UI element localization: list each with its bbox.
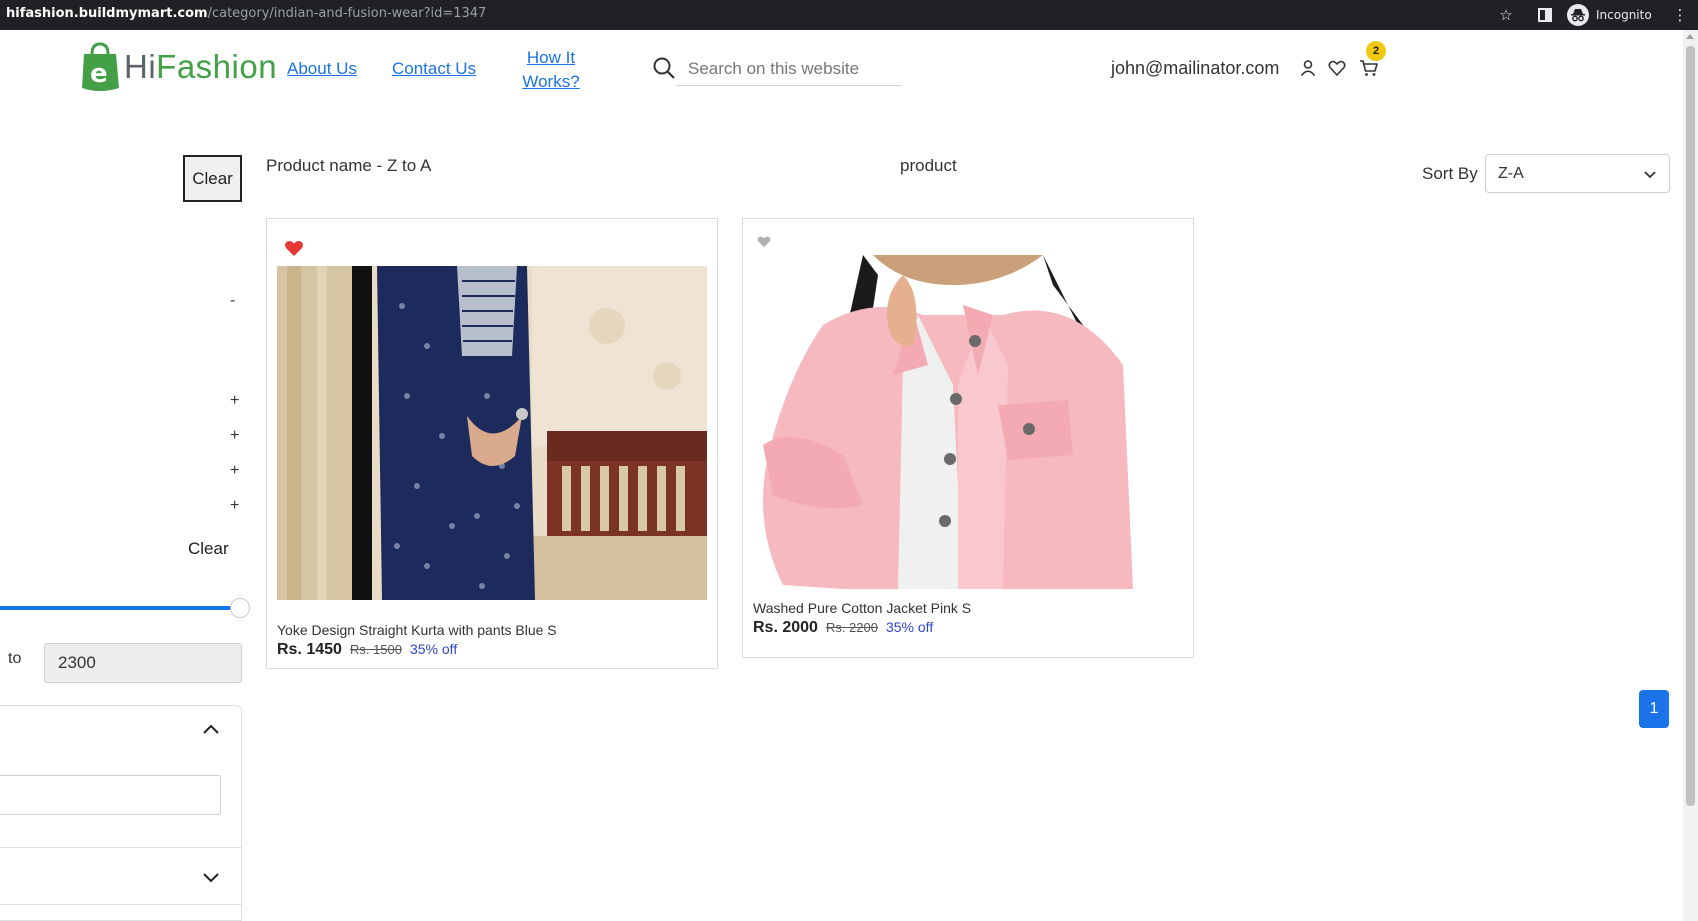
site-logo[interactable]: e HiFashion — [80, 42, 277, 92]
wishlist-heart-icon[interactable] — [284, 239, 304, 257]
filter-expand-toggle-3[interactable]: + — [230, 462, 239, 480]
scrollbar-thumb[interactable] — [1686, 46, 1695, 806]
browser-menu-icon[interactable]: ⋮ — [1669, 4, 1691, 26]
panel-divider — [0, 904, 242, 905]
slider-handle[interactable] — [230, 598, 250, 618]
cart-count-badge: 2 — [1366, 41, 1386, 61]
sort-selected-value: Z-A — [1498, 164, 1524, 182]
product-discount: 35% off — [885, 619, 934, 635]
nav-about-us[interactable]: About Us — [287, 59, 357, 79]
product-name[interactable]: Washed Pure Cotton Jacket Pink S — [753, 600, 971, 616]
price-max-input[interactable] — [44, 643, 242, 683]
filter-collapse-toggle[interactable]: - — [230, 292, 235, 310]
product-card[interactable]: Yoke Design Straight Kurta with pants Bl… — [266, 218, 718, 669]
heart-icon[interactable] — [1327, 58, 1347, 78]
url-text[interactable]: hifashion.buildmymart.com/category/india… — [6, 6, 486, 21]
price-range-slider[interactable] — [0, 598, 252, 618]
logo-hi-text: Hi — [124, 48, 157, 85]
product-card[interactable]: Washed Pure Cotton Jacket Pink S Rs. 200… — [742, 218, 1194, 658]
product-discount: 35% off — [409, 641, 458, 657]
incognito-profile[interactable]: Incognito — [1567, 3, 1652, 27]
slider-track — [0, 606, 240, 610]
sort-description: Product name - Z to A — [266, 156, 432, 175]
category-label: product — [900, 156, 957, 175]
nav-how-line1: How It — [526, 48, 576, 67]
filter-expand-toggle-4[interactable]: + — [230, 497, 239, 515]
sort-by-label: Sort By — [1422, 164, 1478, 183]
chevron-down-icon[interactable] — [202, 868, 220, 886]
product-image[interactable] — [277, 266, 707, 600]
product-name[interactable]: Yoke Design Straight Kurta with pants Bl… — [277, 622, 557, 638]
incognito-icon — [1567, 4, 1589, 26]
cart-icon[interactable] — [1359, 58, 1379, 78]
pagination-page-1[interactable]: 1 — [1639, 690, 1669, 728]
nav-how-it-works[interactable]: How It Works? — [520, 46, 582, 94]
side-panel-icon[interactable] — [1534, 4, 1556, 26]
user-icon[interactable] — [1298, 58, 1318, 78]
shopping-bag-logo-icon: e — [82, 42, 119, 91]
sort-select[interactable]: Z-A — [1485, 154, 1670, 193]
filter-expand-toggle-2[interactable]: + — [230, 427, 239, 445]
search-input[interactable] — [676, 52, 902, 86]
nav-contact-us[interactable]: Contact Us — [392, 59, 476, 79]
product-image[interactable] — [753, 255, 1183, 589]
incognito-label: Incognito — [1596, 8, 1652, 22]
kurta-photo — [277, 266, 707, 600]
product-price-row: Rs. 1450 Rs. 1500 35% off — [277, 641, 457, 659]
filter-search-input[interactable] — [0, 775, 221, 815]
page-scrollbar[interactable] — [1683, 30, 1698, 921]
product-price: Rs. 1450 — [277, 641, 342, 658]
filter-expand-toggle-1[interactable]: + — [230, 392, 239, 410]
nav-how-line2: Works? — [522, 72, 580, 91]
svg-text:e: e — [90, 59, 108, 89]
clear-price-filter[interactable]: Clear — [188, 539, 229, 559]
clear-filters-button[interactable]: Clear — [183, 155, 242, 202]
url-path: /category/indian-and-fusion-wear?id=1347 — [207, 6, 487, 21]
price-to-label: to — [8, 650, 22, 667]
product-price: Rs. 2000 — [753, 619, 818, 636]
product-price-row: Rs. 2000 Rs. 2200 35% off — [753, 619, 933, 637]
product-mrp: Rs. 2200 — [825, 620, 878, 635]
browser-address-bar[interactable]: hifashion.buildmymart.com/category/india… — [0, 0, 1698, 30]
jacket-photo — [753, 255, 1183, 589]
logo-fashion-text: Fashion — [156, 48, 278, 85]
user-email[interactable]: john@mailinator.com — [1111, 58, 1279, 79]
url-host: hifashion.buildmymart.com — [6, 6, 208, 21]
logo-wordmark: HiFashion — [124, 48, 277, 86]
scroll-up-arrow-icon[interactable] — [1686, 34, 1694, 39]
chevron-up-icon[interactable] — [202, 721, 220, 739]
search-icon[interactable] — [652, 56, 676, 80]
wishlist-heart-icon[interactable] — [757, 235, 771, 248]
chevron-down-icon — [1644, 171, 1656, 179]
product-mrp: Rs. 1500 — [349, 642, 402, 657]
search-bar[interactable] — [652, 52, 902, 86]
bookmark-star-icon[interactable]: ☆ — [1495, 4, 1517, 26]
panel-divider — [0, 847, 242, 848]
